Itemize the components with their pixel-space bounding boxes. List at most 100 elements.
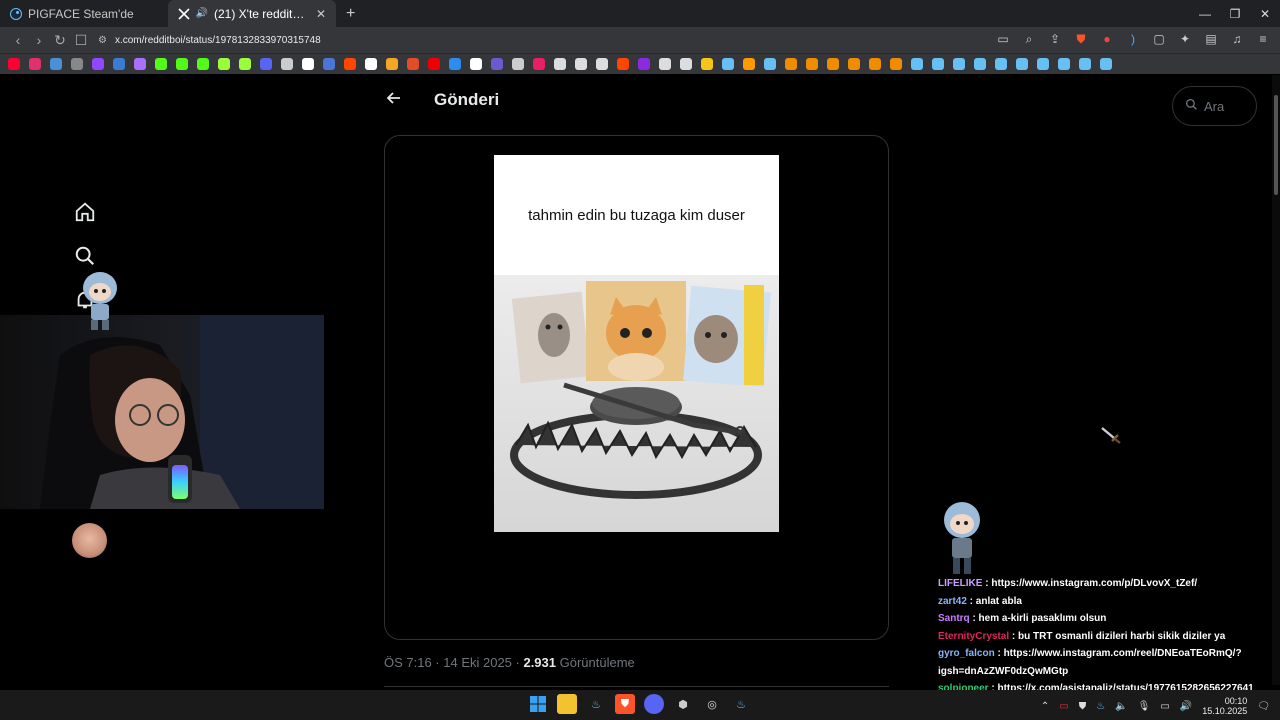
bookmark-icon[interactable] [974, 58, 986, 70]
extensions-icon[interactable]: ✦ [1176, 30, 1194, 48]
bookmark-icon[interactable] [176, 58, 188, 70]
page-scrollbar[interactable] [1272, 75, 1280, 685]
bookmark-icon[interactable] [323, 58, 335, 70]
tab-steam[interactable]: PIGFACE Steam'de [0, 0, 168, 27]
bookmark-icon[interactable] [92, 58, 104, 70]
bookmark-icon[interactable] [113, 58, 125, 70]
reload-icon[interactable]: ↻ [50, 30, 70, 50]
bookmark-icon[interactable] [596, 58, 608, 70]
steam-icon[interactable]: ♨ [731, 694, 751, 714]
maximize-button[interactable]: ❐ [1220, 0, 1250, 27]
bookmark-icon[interactable] [533, 58, 545, 70]
extension-icon[interactable]: ) [1124, 30, 1142, 48]
address-bar[interactable]: ⚙ x.com/redditboi/status/197813283397031… [98, 30, 1018, 50]
bookmark-icon[interactable]: ☐ [71, 30, 91, 50]
discord-icon[interactable] [644, 694, 664, 714]
forward-icon[interactable]: › [29, 30, 49, 50]
search-input[interactable]: Ara [1172, 86, 1257, 126]
extension-icon[interactable]: ▢ [1150, 30, 1168, 48]
share-icon[interactable]: ⇪ [1046, 30, 1064, 48]
bookmark-icon[interactable] [848, 58, 860, 70]
battery-icon[interactable]: ▭ [1059, 701, 1068, 712]
file-explorer-icon[interactable] [557, 694, 577, 714]
bookmark-icon[interactable] [470, 58, 482, 70]
bookmark-icon[interactable] [932, 58, 944, 70]
cast-icon[interactable]: ▭ [994, 30, 1012, 48]
bookmark-icon[interactable] [260, 58, 272, 70]
bookmark-icon[interactable] [281, 58, 293, 70]
close-tab-icon[interactable]: ✕ [316, 7, 326, 21]
menu-icon[interactable]: ≡ [1254, 30, 1272, 48]
bookmark-icon[interactable] [134, 58, 146, 70]
mic-icon[interactable]: 🎙 [1138, 701, 1151, 712]
steam-icon[interactable]: ♨ [586, 694, 606, 714]
speaker-icon[interactable]: 🔊 [1180, 701, 1192, 712]
site-info-icon[interactable]: ⚙ [98, 35, 107, 46]
bookmark-icon[interactable] [218, 58, 230, 70]
network-icon[interactable]: ▭ [1160, 701, 1169, 712]
back-arrow-icon[interactable] [386, 90, 406, 111]
back-icon[interactable]: ‹ [8, 30, 28, 50]
bookmark-icon[interactable] [1100, 58, 1112, 70]
bookmark-icon[interactable] [659, 58, 671, 70]
tab-x-post[interactable]: 🔊 (21) X'te redditboi: "https://t. ✕ [168, 0, 336, 27]
bookmark-icon[interactable] [701, 58, 713, 70]
bookmark-icon[interactable] [491, 58, 503, 70]
speaker-icon[interactable]: 🔊 [196, 8, 208, 20]
bookmark-icon[interactable] [239, 58, 251, 70]
bookmark-icon[interactable] [554, 58, 566, 70]
bookmark-icon[interactable] [407, 58, 419, 70]
windows-start-icon[interactable] [528, 694, 548, 714]
bookmark-icon[interactable] [827, 58, 839, 70]
bookmark-icon[interactable] [617, 58, 629, 70]
new-tab-button[interactable]: + [336, 5, 365, 23]
bookmark-icon[interactable] [806, 58, 818, 70]
bookmark-icon[interactable] [1016, 58, 1028, 70]
bookmark-icon[interactable] [365, 58, 377, 70]
bookmark-icon[interactable] [743, 58, 755, 70]
brave-shield-icon[interactable]: ⛊ [1072, 30, 1090, 48]
bookmark-icon[interactable] [722, 58, 734, 70]
bookmark-icon[interactable] [1058, 58, 1070, 70]
bookmark-icon[interactable] [155, 58, 167, 70]
home-icon[interactable] [72, 199, 98, 225]
bookmark-icon[interactable] [197, 58, 209, 70]
media-icon[interactable]: ♫ [1228, 30, 1246, 48]
clock[interactable]: 00:10 15.10.2025 [1202, 696, 1247, 716]
zoom-icon[interactable]: ⌕ [1020, 30, 1038, 48]
bookmark-icon[interactable] [680, 58, 692, 70]
bookmark-icon[interactable] [575, 58, 587, 70]
app-icon[interactable]: ⬢ [673, 694, 693, 714]
bookmark-icon[interactable] [764, 58, 776, 70]
bookmark-icon[interactable] [386, 58, 398, 70]
post-timestamp[interactable]: ÖS 7:16 · 14 Eki 2025 · [384, 655, 523, 670]
bookmark-icon[interactable] [50, 58, 62, 70]
bookmark-icon[interactable] [1037, 58, 1049, 70]
bookmark-icon[interactable] [1079, 58, 1091, 70]
extension-icon[interactable]: ● [1098, 30, 1116, 48]
bookmark-icon[interactable] [8, 58, 20, 70]
close-window-button[interactable]: ✕ [1250, 0, 1280, 27]
bookmark-icon[interactable] [449, 58, 461, 70]
volume-icon[interactable]: 🔈 [1115, 701, 1127, 712]
bookmark-icon[interactable] [302, 58, 314, 70]
bookmark-icon[interactable] [995, 58, 1007, 70]
brave-icon[interactable]: ⛊ [615, 694, 635, 714]
bookmark-icon[interactable] [869, 58, 881, 70]
sidebar-icon[interactable]: ▤ [1202, 30, 1220, 48]
chevron-up-icon[interactable]: ⌃ [1041, 701, 1049, 712]
bookmark-icon[interactable] [911, 58, 923, 70]
notification-icon[interactable]: 🗨 [1257, 701, 1270, 712]
bookmark-icon[interactable] [428, 58, 440, 70]
scrollbar-thumb[interactable] [1274, 95, 1278, 195]
bookmark-icon[interactable] [785, 58, 797, 70]
post-image[interactable]: tahmin edin bu tuzaga kim duser [494, 155, 779, 532]
shield-icon[interactable]: ⛊ [1079, 701, 1087, 712]
steam-icon[interactable]: ♨ [1096, 701, 1105, 712]
obs-icon[interactable]: ◎ [702, 694, 722, 714]
bookmark-icon[interactable] [344, 58, 356, 70]
bookmark-icon[interactable] [71, 58, 83, 70]
bookmark-icon[interactable] [512, 58, 524, 70]
bookmark-icon[interactable] [890, 58, 902, 70]
bookmark-icon[interactable] [953, 58, 965, 70]
